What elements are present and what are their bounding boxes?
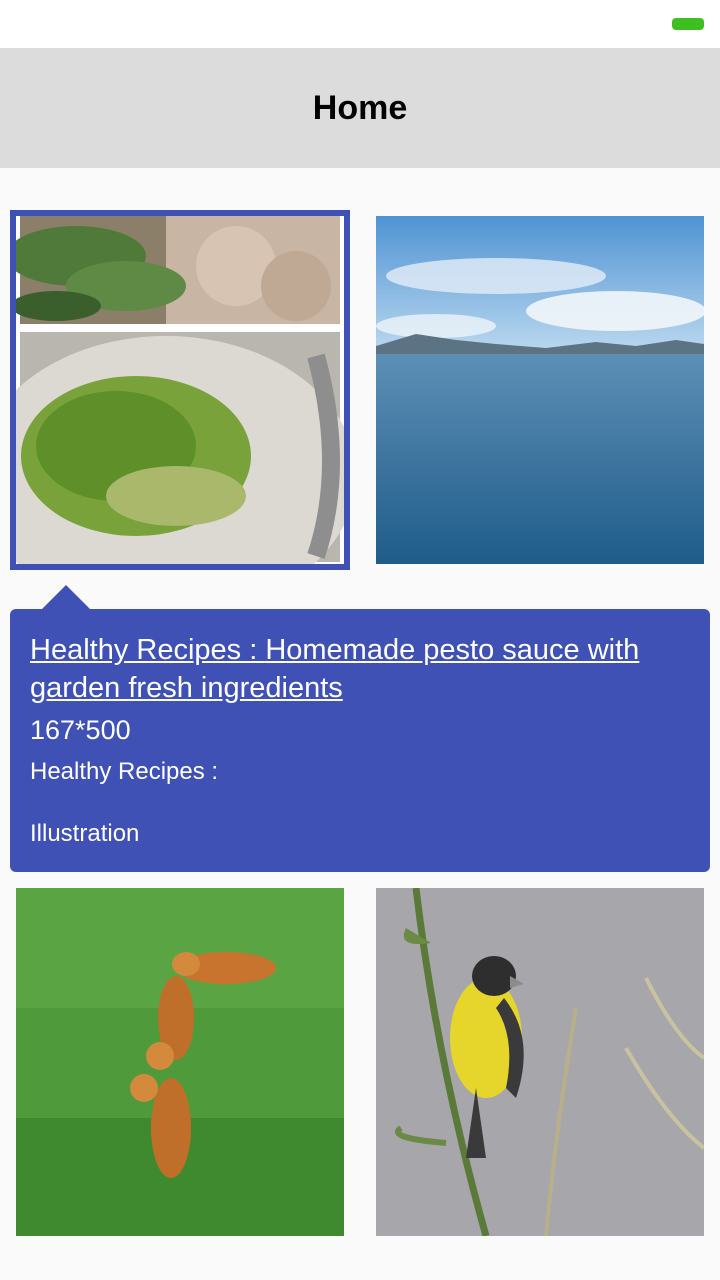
popup-category: Illustration bbox=[30, 820, 140, 847]
gallery-item-tigers[interactable] bbox=[16, 888, 344, 1236]
battery-icon bbox=[672, 18, 704, 30]
image-dimensions: 167*500 bbox=[30, 715, 131, 745]
popup-title-link[interactable]: Healthy Recipes : Homemade pesto sauce w… bbox=[30, 631, 670, 707]
sea-image bbox=[376, 216, 704, 564]
app-bar: Home bbox=[0, 48, 720, 168]
tigers-image bbox=[16, 888, 344, 1236]
pesto-image bbox=[16, 216, 344, 564]
image-details-popup: Healthy Recipes : Homemade pesto sauce w… bbox=[10, 609, 710, 872]
status-bar bbox=[0, 0, 720, 48]
popup-pointer bbox=[42, 585, 90, 609]
gallery-item-pesto[interactable] bbox=[10, 210, 350, 570]
bird-image bbox=[376, 888, 704, 1236]
popup-subtitle: Healthy Recipes : bbox=[30, 758, 219, 785]
page-title: Home bbox=[312, 88, 408, 127]
gallery-item-bird[interactable] bbox=[376, 888, 704, 1236]
gallery-item-sea[interactable] bbox=[376, 216, 704, 564]
